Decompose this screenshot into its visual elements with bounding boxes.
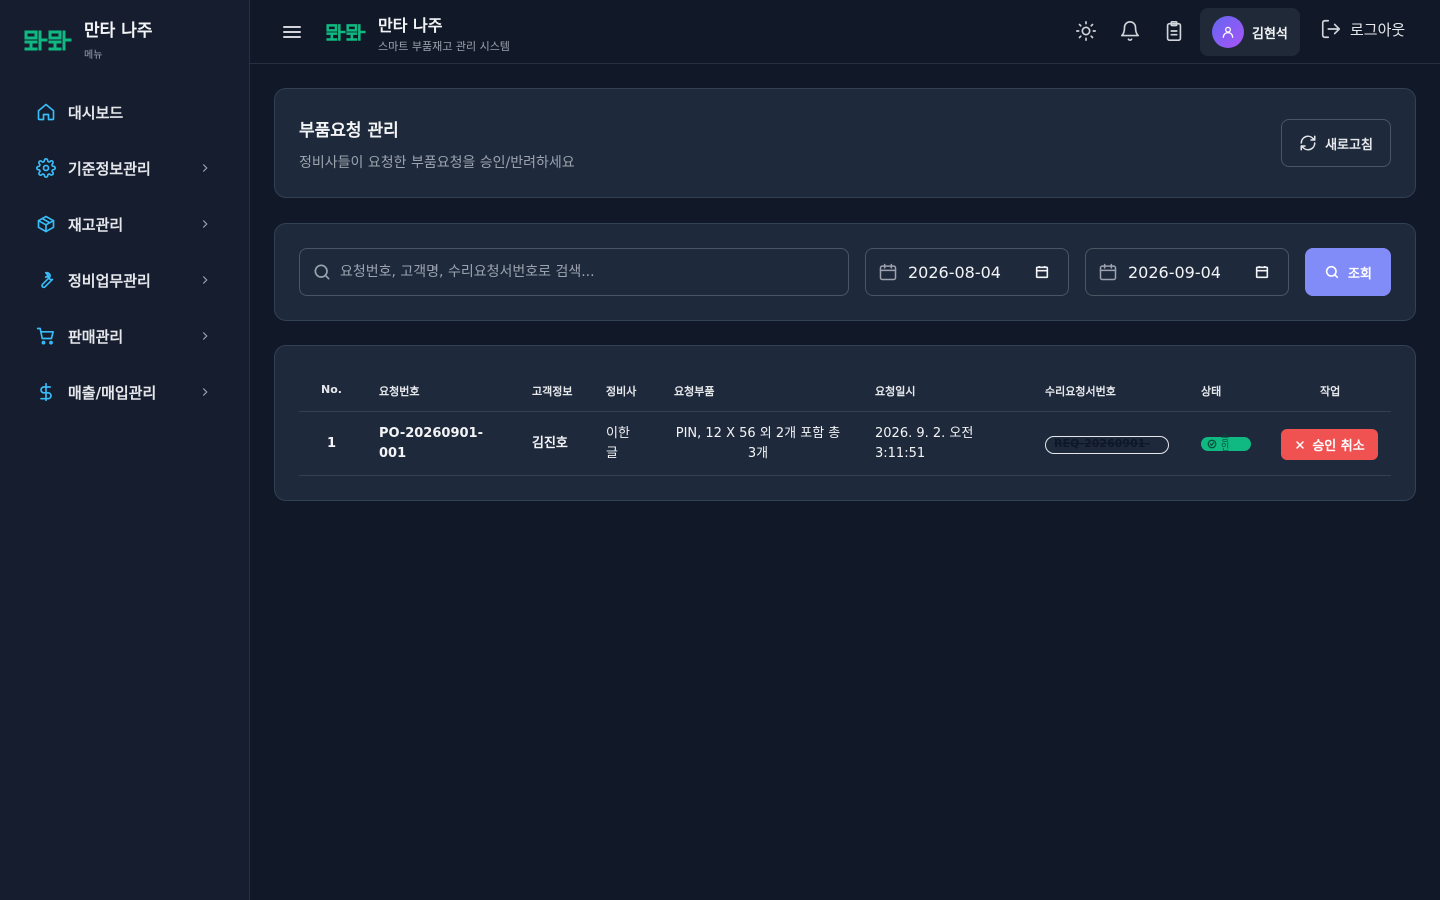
menu-icon[interactable]: [280, 20, 304, 44]
app-subtitle: 스마트 부품재고 관리 시스템: [378, 40, 510, 53]
table-row[interactable]: 1 PO-20260901-001 김진호 이한글 PIN, 12 X 56 외…: [299, 412, 1391, 476]
clipboard-icon[interactable]: [1163, 20, 1185, 42]
wrench-icon: [36, 270, 56, 290]
page-title: 부품요청 관리: [299, 121, 399, 141]
chevron-right-icon: [202, 164, 208, 172]
chevron-right-icon: [202, 388, 208, 396]
request-table-card: No. 요청번호 고객정보 정비사 요청부품 요청일시 수리요청서번호 상태 작…: [274, 345, 1416, 501]
query-button[interactable]: 조회: [1305, 248, 1391, 296]
sidebar-nav: 대시보드 기준정보관리 재고관리 정비업무관리 판매관리 매출/매입관리: [20, 84, 230, 420]
col-header-action: 작업: [1320, 385, 1341, 398]
top-header: 만타 나주 스마트 부품재고 관리 시스템 김현석 로그아웃: [250, 0, 1440, 64]
sidebar: 만타 나주 메뉴 대시보드 기준정보관리 재고관리 정비업무관리 판매관리 매출…: [0, 0, 250, 900]
sidebar-item-label: 매출/매입관리: [68, 383, 157, 402]
col-header-repair-no: 수리요청서번호: [1045, 385, 1116, 398]
sidebar-item-label: 기준정보관리: [68, 159, 151, 178]
refresh-icon: [1300, 135, 1316, 151]
sidebar-item-sales[interactable]: 판매관리: [20, 308, 230, 364]
table-header-row: No. 요청번호 고객정보 정비사 요청부품 요청일시 수리요청서번호 상태 작…: [299, 370, 1391, 412]
box-icon: [36, 214, 56, 234]
repair-request-link[interactable]: REQ-20260901-003: [1045, 436, 1169, 454]
sidebar-item-label: 판매관리: [68, 327, 124, 346]
calendar-picker-icon[interactable]: [1254, 264, 1270, 280]
filter-card: 2026-08-04 2026-09-04 조회: [274, 223, 1416, 321]
sidebar-item-master-data[interactable]: 기준정보관리: [20, 140, 230, 196]
cell-req-date: 2026. 9. 2. 오전 3:11:51: [875, 426, 974, 461]
user-menu[interactable]: 김현석: [1200, 8, 1300, 56]
cell-repair-no: REQ-20260901-003: [1054, 437, 1150, 453]
dollar-icon: [36, 382, 56, 402]
calendar-icon: [1099, 263, 1117, 281]
col-header-status: 상태: [1201, 385, 1222, 398]
search-field[interactable]: [299, 248, 849, 296]
refresh-button[interactable]: 새로고침: [1281, 119, 1391, 167]
user-name: 김현석: [1252, 26, 1288, 42]
bell-icon[interactable]: [1119, 20, 1141, 42]
brand-subtitle: 메뉴: [84, 50, 103, 61]
status-badge: 승인: [1201, 434, 1251, 453]
cell-parts: PIN, 12 X 56 외 2개 포함 총 3개: [675, 426, 841, 461]
sidebar-item-maintenance[interactable]: 정비업무관리: [20, 252, 230, 308]
logout-button[interactable]: 로그아웃: [1320, 18, 1405, 40]
search-icon: [1325, 265, 1339, 279]
chevron-right-icon: [202, 276, 208, 284]
chevron-right-icon: [202, 220, 208, 228]
col-header-req-no: 요청번호: [379, 385, 420, 398]
chevron-right-icon: [202, 332, 208, 340]
page-description: 정비사들이 요청한 부품요청을 승인/반려하세요: [299, 155, 575, 171]
cancel-approval-label: 승인 취소: [1312, 439, 1365, 454]
calendar-picker-icon[interactable]: [1034, 264, 1050, 280]
col-header-mechanic: 정비사: [606, 385, 637, 398]
sidebar-item-inventory[interactable]: 재고관리: [20, 196, 230, 252]
sidebar-item-label: 대시보드: [68, 103, 124, 122]
col-header-req-date: 요청일시: [875, 385, 916, 398]
cancel-approval-button[interactable]: 승인 취소: [1281, 429, 1378, 460]
cell-no: 1: [327, 436, 337, 451]
avatar: [1212, 16, 1244, 48]
sun-icon[interactable]: [1075, 20, 1097, 42]
sidebar-item-revenue[interactable]: 매출/매입관리: [20, 364, 230, 420]
gear-icon: [36, 158, 56, 178]
refresh-label: 새로고침: [1325, 137, 1373, 153]
app-title: 만타 나주: [378, 16, 443, 35]
col-header-customer: 고객정보: [532, 385, 573, 398]
manta-logo: [24, 30, 72, 51]
search-input[interactable]: [340, 264, 840, 280]
date-from-field[interactable]: 2026-08-04: [865, 248, 1069, 296]
cart-icon: [36, 326, 56, 346]
search-icon: [314, 264, 330, 280]
check-circle-icon: [1207, 439, 1217, 449]
brand: 만타 나주 메뉴: [24, 20, 152, 61]
logout-label: 로그아웃: [1350, 20, 1406, 39]
manta-logo: [326, 24, 366, 41]
date-to-value: 2026-09-04: [1128, 262, 1221, 282]
query-label: 조회: [1348, 266, 1372, 282]
sidebar-item-dashboard[interactable]: 대시보드: [20, 84, 230, 140]
cell-req-no: PO-20260901-001: [379, 426, 483, 461]
sidebar-item-label: 정비업무관리: [68, 271, 151, 290]
page-header-card: 부품요청 관리 정비사들이 요청한 부품요청을 승인/반려하세요 새로고침: [274, 88, 1416, 198]
col-header-parts: 요청부품: [674, 385, 715, 398]
sidebar-item-label: 재고관리: [68, 215, 124, 234]
cell-customer: 김진호: [532, 436, 568, 451]
user-icon: [1222, 26, 1234, 38]
logout-icon: [1321, 19, 1341, 39]
status-label: 승인: [1221, 434, 1230, 453]
request-table: No. 요청번호 고객정보 정비사 요청부품 요청일시 수리요청서번호 상태 작…: [299, 370, 1391, 476]
home-icon: [36, 102, 56, 122]
col-header-no: No.: [321, 383, 342, 396]
brand-title: 만타 나주: [84, 21, 153, 41]
date-from-value: 2026-08-04: [908, 262, 1001, 282]
close-icon: [1296, 440, 1305, 449]
calendar-icon: [879, 263, 897, 281]
cell-mechanic: 이한글: [606, 426, 630, 461]
date-to-field[interactable]: 2026-09-04: [1085, 248, 1289, 296]
